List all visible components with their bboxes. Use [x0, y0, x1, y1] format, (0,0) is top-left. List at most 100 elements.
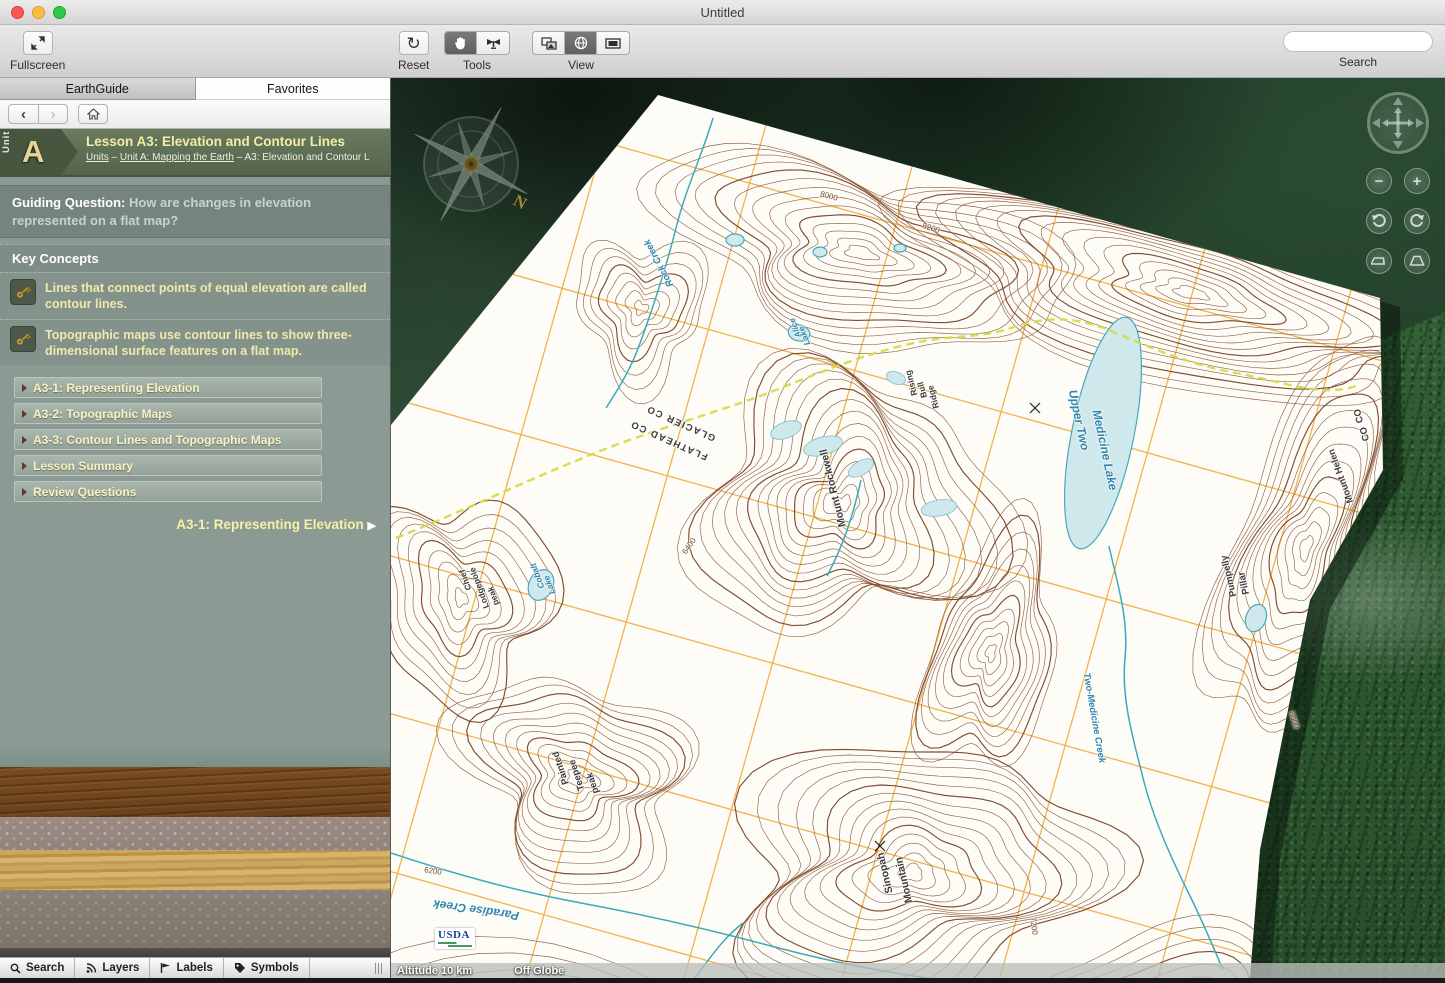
flag-icon	[160, 962, 171, 974]
strata-grey-layer	[0, 890, 390, 948]
tools-segmented-control	[444, 31, 510, 55]
disclosure-triangle-icon	[22, 436, 27, 444]
strata-tan-layer	[0, 850, 390, 890]
lesson-header: Unit A Lesson A3: Elevation and Contour …	[0, 129, 390, 177]
hand-tool-button[interactable]	[445, 32, 477, 54]
close-window-button[interactable]	[11, 6, 24, 19]
rotate-cw-button[interactable]	[1404, 208, 1430, 234]
map-viewport[interactable]: Upper Two Medicine Lake Two-Medicine Cre…	[391, 78, 1445, 978]
fullscreen-button[interactable]	[23, 31, 53, 55]
search-icon	[10, 963, 21, 974]
pan-down-icon	[1393, 141, 1403, 149]
rotate-ccw-icon	[1371, 213, 1387, 229]
next-section-link[interactable]: A3-1: Representing Elevation ▶	[0, 517, 390, 532]
guiding-question: Guiding Question: How are changes in ele…	[0, 185, 390, 238]
breadcrumb-units-link[interactable]: Units	[86, 152, 109, 163]
traffic-lights	[11, 6, 66, 19]
zoom-in-button[interactable]: +	[1404, 168, 1430, 194]
topographic-map[interactable]	[391, 78, 1444, 978]
lesson-item-a3-3[interactable]: A3-3: Contour Lines and Topographic Maps	[14, 429, 322, 450]
sidebar-nav-row: ‹ ›	[0, 100, 390, 129]
strata-brown-layer	[0, 767, 390, 817]
reset-icon: ↻	[407, 35, 421, 52]
bottom-tab-search[interactable]: Search	[0, 958, 75, 978]
hand-icon	[454, 36, 467, 50]
zoom-out-button[interactable]: −	[1366, 168, 1392, 194]
disclosure-triangle-icon	[22, 384, 27, 392]
pan-control[interactable]	[1367, 92, 1429, 154]
lesson-title: Lesson A3: Elevation and Contour Lines	[86, 134, 370, 149]
home-icon	[87, 108, 100, 120]
strata-speckled-layer	[0, 817, 390, 850]
app-window: Untitled Fullscreen ↻ Reset	[0, 0, 1445, 983]
breadcrumb-current: A3: Elevation and Contour L	[244, 152, 369, 163]
key-concepts-header: Key Concepts	[0, 244, 390, 272]
photos-view-button[interactable]	[533, 32, 565, 54]
tilt-perspective-button[interactable]	[1404, 248, 1430, 274]
tilt-flat-button[interactable]	[1366, 248, 1392, 274]
pan-right-icon	[1416, 118, 1424, 128]
altitude-readout: Altitude 10 km	[397, 965, 472, 977]
key-icon	[13, 282, 33, 302]
toolbar: Fullscreen ↻ Reset	[0, 25, 1445, 78]
forward-button[interactable]: ›	[38, 104, 68, 124]
rotate-ccw-button[interactable]	[1366, 208, 1392, 234]
move-cross-icon	[1387, 112, 1409, 134]
search-label: Search	[1339, 55, 1377, 69]
tilt-flat-icon	[1371, 255, 1387, 267]
back-button[interactable]: ‹	[8, 104, 38, 124]
map-nav-controls: − +	[1365, 92, 1431, 274]
disclosure-triangle-icon	[22, 488, 27, 496]
next-arrow-icon: ▶	[368, 520, 376, 532]
key-concept-text: Topographic maps use contour lines to sh…	[45, 326, 382, 360]
window-title: Untitled	[700, 5, 744, 20]
globe-view-button[interactable]	[565, 32, 597, 54]
strata-sky-layer	[0, 749, 390, 767]
disclosure-triangle-icon	[22, 410, 27, 418]
zoom-window-button[interactable]	[53, 6, 66, 19]
sidebar-bottom-bar: Search Layers Labels	[0, 957, 390, 978]
globe-view-icon	[574, 36, 588, 50]
bottom-tab-layers[interactable]: Layers	[75, 958, 150, 978]
drag-grip-icon[interactable]	[375, 958, 390, 978]
minimize-window-button[interactable]	[32, 6, 45, 19]
tab-earthguide[interactable]: EarthGuide	[0, 78, 196, 100]
search-input[interactable]	[1294, 34, 1445, 50]
tab-favorites[interactable]: Favorites	[196, 78, 391, 100]
strata-dark-layer	[0, 948, 390, 957]
film-view-button[interactable]	[597, 32, 629, 54]
reset-button[interactable]: ↻	[399, 31, 429, 55]
home-button[interactable]	[78, 104, 108, 124]
fly-tool-button[interactable]	[477, 32, 509, 54]
compass-rose: N	[405, 98, 537, 230]
guiding-question-label: Guiding Question:	[12, 195, 125, 210]
pan-up-icon	[1393, 97, 1403, 105]
lesson-item-summary[interactable]: Lesson Summary	[14, 455, 322, 476]
reset-label: Reset	[398, 58, 429, 72]
key-concept-item: Topographic maps use contour lines to sh…	[0, 319, 390, 366]
unit-letter: A	[22, 134, 44, 170]
disclosure-triangle-icon	[22, 462, 27, 470]
breadcrumb-unit-a-link[interactable]: Unit A: Mapping the Earth	[120, 152, 234, 163]
layers-icon	[85, 963, 97, 974]
bottom-tab-symbols[interactable]: Symbols	[224, 958, 310, 978]
lesson-item-a3-1[interactable]: A3-1: Representing Elevation	[14, 377, 322, 398]
lesson-item-a3-2[interactable]: A3-2: Topographic Maps	[14, 403, 322, 424]
fly-tool-icon	[486, 37, 501, 50]
fullscreen-arrows-icon	[31, 36, 45, 50]
sidebar-tabs: EarthGuide Favorites	[0, 78, 390, 100]
tilt-perspective-icon	[1409, 255, 1425, 267]
unit-badge: Unit A	[0, 129, 78, 175]
lesson-items: A3-1: Representing Elevation A3-2: Topog…	[14, 377, 322, 507]
search-field[interactable]	[1283, 31, 1433, 52]
key-concept-item: Lines that connect points of equal eleva…	[0, 272, 390, 319]
usda-logo: USDA	[435, 928, 475, 949]
sidebar: EarthGuide Favorites ‹ › Unit A	[0, 78, 391, 978]
lesson-item-review[interactable]: Review Questions	[14, 481, 322, 502]
view-segmented-control	[532, 31, 630, 55]
breadcrumb-sep: –	[109, 152, 120, 163]
title-bar: Untitled	[0, 0, 1445, 25]
tag-icon	[234, 962, 246, 974]
pan-left-icon	[1372, 118, 1380, 128]
bottom-tab-labels[interactable]: Labels	[150, 958, 223, 978]
